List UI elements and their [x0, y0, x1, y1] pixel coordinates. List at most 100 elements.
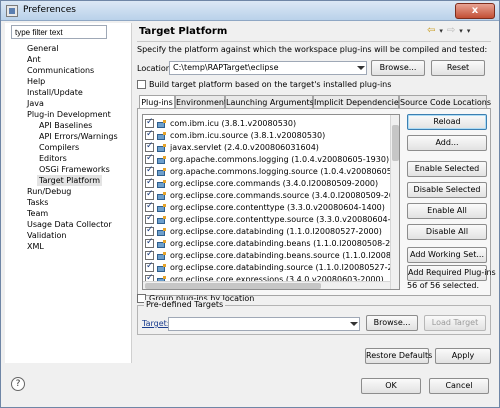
restore-defaults-button[interactable]: Restore Defaults [365, 348, 432, 364]
plugin-icon [157, 143, 167, 152]
plugin-name: org.eclipse.core.databinding.source (1.1… [170, 263, 400, 272]
add-button[interactable]: Add... [407, 135, 487, 151]
plugin-checkbox[interactable] [145, 117, 154, 128]
plugin-list[interactable]: com.ibm.icu (3.8.1.v20080530) com.ibm.ic… [142, 114, 400, 290]
list-item[interactable]: org.eclipse.core.commands.source (3.4.0.… [143, 189, 399, 201]
filter-input[interactable] [11, 25, 107, 39]
disable-all-button[interactable]: Disable All [407, 224, 487, 240]
plugin-checkbox[interactable] [145, 249, 154, 260]
disable-selected-button[interactable]: Disable Selected [407, 182, 487, 198]
window-title: Preferences [23, 5, 76, 15]
vertical-scroll-thumb[interactable] [392, 125, 399, 161]
plugin-checkbox[interactable] [145, 213, 154, 224]
plugin-icon [157, 263, 167, 272]
list-item[interactable]: com.ibm.icu (3.8.1.v20080530) [143, 117, 391, 129]
plugin-name: org.eclipse.core.databinding (1.1.0.I200… [170, 227, 382, 236]
list-item[interactable]: org.eclipse.core.databinding (1.1.0.I200… [143, 225, 391, 237]
location-browse-button[interactable]: Browse... [371, 60, 425, 76]
sidebar-item-osgi-frameworks[interactable]: OSGi Frameworks [39, 164, 110, 175]
list-item[interactable]: org.eclipse.core.contenttype (3.3.0.v200… [143, 201, 391, 213]
sidebar-item-api-baselines[interactable]: API Baselines [39, 120, 92, 131]
location-combo[interactable]: C:\temp\RAPTarget\eclipse [169, 61, 367, 75]
target-label[interactable]: Target: [142, 319, 169, 328]
sidebar-item-tasks[interactable]: Tasks [27, 197, 48, 208]
location-dropdown-icon[interactable] [355, 62, 367, 74]
list-item[interactable]: org.eclipse.core.databinding.beans.sourc… [143, 249, 399, 261]
sidebar-item-java[interactable]: Java [27, 98, 44, 109]
sidebar-item-validation[interactable]: Validation [27, 230, 67, 241]
ok-button[interactable]: OK [361, 378, 421, 394]
sidebar-item-run-debug[interactable]: Run/Debug [27, 186, 71, 197]
forward-arrow-icon[interactable]: ⇨ [447, 26, 455, 36]
sidebar-item-compilers[interactable]: Compilers [39, 142, 79, 153]
add-working-set-button[interactable]: Add Working Set... [407, 247, 487, 263]
plugin-checkbox[interactable] [145, 225, 154, 236]
sidebar-item-ant[interactable]: Ant [27, 54, 41, 65]
sidebar-item-team[interactable]: Team [27, 208, 48, 219]
sidebar-item-communications[interactable]: Communications [27, 65, 94, 76]
enable-all-button[interactable]: Enable All [407, 203, 487, 219]
sidebar-item-editors[interactable]: Editors [39, 153, 67, 164]
add-required-plugins-button[interactable]: Add Required Plug-ins [407, 265, 496, 281]
plugin-icon [157, 215, 167, 224]
plugin-list-horizontal-scrollbar[interactable] [143, 281, 390, 289]
plugin-icon [157, 203, 167, 212]
plugin-checkbox[interactable] [145, 153, 154, 164]
plugin-list-vertical-scrollbar[interactable] [390, 115, 399, 289]
location-reset-button[interactable]: Reset [431, 60, 485, 76]
plugin-checkbox[interactable] [145, 141, 154, 152]
tab-environment[interactable]: Environment [175, 95, 227, 109]
plugin-checkbox[interactable] [145, 129, 154, 140]
plugin-checkbox[interactable] [145, 189, 154, 200]
reload-button[interactable]: Reload [407, 114, 487, 130]
back-menu-icon[interactable]: ▾ [439, 26, 443, 36]
plugin-name: org.eclipse.core.databinding.beans.sourc… [170, 251, 399, 260]
target-browse-button[interactable]: Browse... [366, 315, 418, 331]
preferences-sidebar: General Ant Communications Help Install/… [5, 23, 132, 363]
plugin-checkbox[interactable] [145, 237, 154, 248]
list-item[interactable]: javax.servlet (2.4.0.v200806031604) [143, 141, 391, 153]
sidebar-item-target-platform[interactable]: Target Platform [37, 175, 103, 186]
preferences-app-icon [6, 5, 18, 17]
enable-selected-button[interactable]: Enable Selected [407, 161, 487, 177]
cancel-button[interactable]: Cancel [429, 378, 489, 394]
sidebar-item-api-errors-warnings[interactable]: API Errors/Warnings [39, 131, 118, 142]
list-item[interactable]: com.ibm.icu.source (3.8.1.v20080530) [143, 129, 391, 141]
list-item[interactable]: org.eclipse.core.contenttype.source (3.3… [143, 213, 399, 225]
help-icon[interactable]: ? [11, 377, 25, 391]
sidebar-item-help[interactable]: Help [27, 76, 45, 87]
load-target-button[interactable]: Load Target [424, 315, 486, 331]
back-arrow-icon[interactable]: ⇦ [427, 26, 435, 36]
sidebar-item-general[interactable]: General [27, 43, 59, 54]
list-item[interactable]: org.apache.commons.logging.source (1.0.4… [143, 165, 399, 177]
list-item[interactable]: org.eclipse.core.databinding.source (1.1… [143, 261, 399, 273]
apply-button[interactable]: Apply [435, 348, 491, 364]
plugin-name: org.eclipse.core.databinding.beans (1.1.… [170, 239, 400, 248]
sidebar-item-install-update[interactable]: Install/Update [27, 87, 83, 98]
horizontal-scroll-thumb[interactable] [145, 283, 321, 289]
plugin-checkbox[interactable] [145, 177, 154, 188]
target-combo[interactable] [168, 317, 360, 331]
plugin-checkbox[interactable] [145, 165, 154, 176]
sidebar-item-plugin-development[interactable]: Plug-in Development [27, 109, 111, 120]
plugin-checkbox[interactable] [145, 261, 154, 272]
plugin-checkbox[interactable] [145, 201, 154, 212]
page-description: Specify the platform against which the w… [137, 45, 488, 54]
sidebar-item-xml[interactable]: XML [27, 241, 44, 252]
plugin-icon [157, 251, 167, 260]
forward-menu-icon[interactable]: ▾ [459, 26, 463, 36]
view-menu-icon[interactable]: ▾ [467, 26, 471, 36]
header-separator [137, 41, 491, 42]
tab-source-code-locations[interactable]: Source Code Locations [399, 95, 491, 109]
plugin-name: org.eclipse.core.contenttype.source (3.3… [170, 215, 400, 224]
list-item[interactable]: org.eclipse.core.commands (3.4.0.I200805… [143, 177, 391, 189]
plugin-name: org.eclipse.core.commands.source (3.4.0.… [170, 191, 400, 200]
list-item[interactable]: org.eclipse.core.databinding.beans (1.1.… [143, 237, 399, 249]
tab-implicit-dependencies[interactable]: Implicit Dependencies [313, 95, 403, 109]
window-close-button[interactable]: x [455, 3, 495, 19]
build-target-checkbox[interactable] [137, 80, 146, 89]
sidebar-item-usage-data-collector[interactable]: Usage Data Collector [27, 219, 112, 230]
list-item[interactable]: org.apache.commons.logging (1.0.4.v20080… [143, 153, 391, 165]
target-dropdown-icon[interactable] [348, 318, 360, 330]
tab-launching-arguments[interactable]: Launching Arguments [225, 95, 314, 109]
